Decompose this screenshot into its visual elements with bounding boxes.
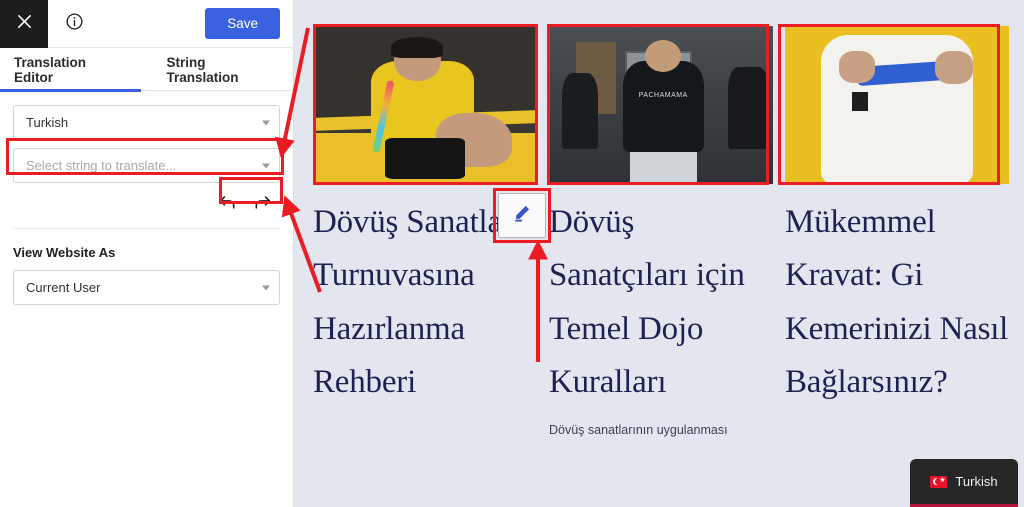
thumbnail-shirt-text: PACHAMAMA xyxy=(638,92,688,100)
language-switcher-label: Turkish xyxy=(955,474,998,489)
string-select-value: Select string to translate... xyxy=(26,158,177,173)
tab-translation-editor[interactable]: Translation Editor xyxy=(0,48,141,92)
post-card[interactable]: PACHAMAMA Dövüş Sanatçıları için Temel D… xyxy=(549,26,773,440)
edit-string-button[interactable] xyxy=(498,193,546,238)
undo-arrow-icon xyxy=(218,194,237,216)
post-thumbnail xyxy=(785,26,1009,184)
turkish-flag-icon xyxy=(930,475,948,488)
chevron-down-icon xyxy=(262,120,270,125)
save-button[interactable]: Save xyxy=(205,8,280,39)
view-website-as-select[interactable]: Current User xyxy=(13,270,280,305)
website-preview: Dövüş Sanatları Turnuvasına Hazırlanma R… xyxy=(294,0,1024,507)
redo-arrow-icon xyxy=(253,194,272,216)
thumb-shape xyxy=(838,51,875,83)
field-spacer xyxy=(13,140,280,148)
thumb-shape xyxy=(728,67,769,150)
sidebar-body: Turkish Select string to translate... Vi… xyxy=(0,91,293,305)
language-switcher-badge[interactable]: Turkish xyxy=(910,459,1018,507)
post-title[interactable]: Dövüş Sanatçıları için Temel Dojo Kurall… xyxy=(549,196,773,410)
thumb-shape xyxy=(629,149,697,184)
post-excerpt: Dövüş sanatlarının uygulanması xyxy=(549,422,728,437)
app-root: Save Translation Editor String Translati… xyxy=(0,0,1024,507)
string-select[interactable]: Select string to translate... xyxy=(13,148,280,183)
thumb-shape xyxy=(562,73,599,150)
view-website-as-value: Current User xyxy=(26,280,101,295)
info-icon xyxy=(65,12,84,36)
undo-button[interactable] xyxy=(218,194,237,216)
translation-sidebar: Save Translation Editor String Translati… xyxy=(0,0,294,507)
tab-string-translation[interactable]: String Translation xyxy=(141,48,294,91)
chevron-down-icon xyxy=(262,163,270,168)
chevron-down-icon xyxy=(262,285,270,290)
thumb-shape xyxy=(384,138,466,180)
tab-string-translation-label: String Translation xyxy=(166,54,239,85)
close-icon xyxy=(16,13,33,35)
history-button-group xyxy=(210,192,280,218)
thumb-shape xyxy=(852,92,868,112)
redo-button[interactable] xyxy=(253,194,272,216)
thumb-shape xyxy=(935,51,974,85)
info-button[interactable] xyxy=(48,0,100,48)
post-thumbnail: PACHAMAMA xyxy=(549,26,773,184)
post-title[interactable]: Mükemmel Kravat: Gi Kemerinizi Nasıl Bağ… xyxy=(785,196,1009,410)
sidebar-topbar: Save xyxy=(0,0,293,48)
pencil-edit-icon xyxy=(512,203,532,228)
language-select-value: Turkish xyxy=(26,115,69,130)
sidebar-tabs: Translation Editor String Translation xyxy=(0,48,294,92)
language-select[interactable]: Turkish xyxy=(13,105,280,140)
history-controls xyxy=(13,192,280,218)
thumb-shape xyxy=(391,37,443,58)
close-button[interactable] xyxy=(0,0,48,48)
thumb-shape xyxy=(645,40,682,72)
post-thumbnail xyxy=(313,26,537,184)
post-card[interactable]: Mükemmel Kravat: Gi Kemerinizi Nasıl Bağ… xyxy=(785,26,1009,440)
post-card-grid: Dövüş Sanatları Turnuvasına Hazırlanma R… xyxy=(294,0,1024,440)
view-website-as-title: View Website As xyxy=(13,245,116,260)
tab-translation-editor-label: Translation Editor xyxy=(14,54,87,85)
thumb-shape xyxy=(622,60,704,153)
